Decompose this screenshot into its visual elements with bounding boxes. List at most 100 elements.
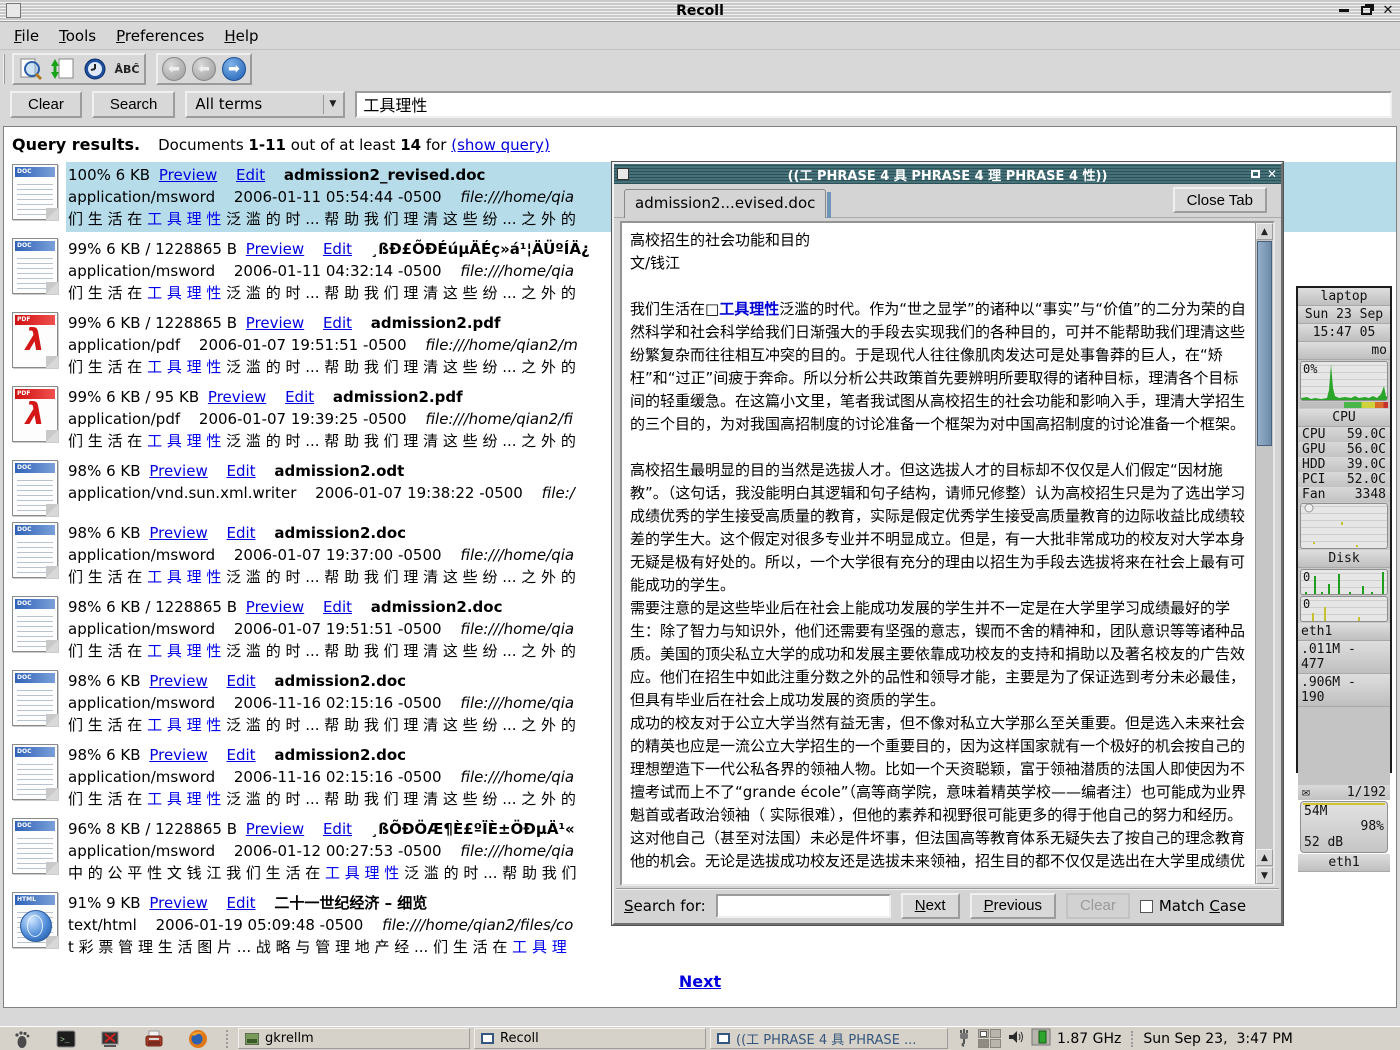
result-relevance-size: 99% 6 KB / 95 KB (68, 388, 199, 406)
result-url: file:///home/qian2/fi (425, 410, 573, 428)
preview-maximize-button[interactable] (1251, 167, 1260, 181)
edit-link[interactable]: Edit (323, 820, 352, 838)
main-titlebar[interactable]: Recoll ✕ (0, 0, 1400, 22)
taskbar-clock[interactable]: Sun Sep 23, 3:47 PM (1131, 1031, 1293, 1047)
history-clock-icon[interactable] (82, 56, 108, 82)
disk-section-title: Disk (1298, 550, 1390, 568)
terminal-icon[interactable]: >_ (54, 1028, 78, 1050)
result-filename: ¸ßÐ£ÕÐÉúµÄÉç»á¹¦ÄÜºÍÄ¿ (371, 240, 590, 258)
firefox-icon[interactable] (186, 1028, 210, 1050)
result-filename: admission2.pdf (371, 314, 501, 332)
result-url: file:///home/qia (460, 546, 574, 564)
close-tab-button[interactable]: Close Tab (1173, 187, 1267, 213)
menu-tools[interactable]: Tools (51, 24, 104, 48)
result-date: 2006-01-19 05:09:48 -0500 (156, 916, 364, 934)
gkrellm-monitor[interactable]: laptop Sun 23 Sep 15:47 05 mo 0% CPU CPU… (1296, 286, 1392, 773)
query-input[interactable] (355, 91, 1392, 118)
gnome-menu-icon[interactable] (10, 1028, 34, 1050)
toolbar-handle[interactable] (3, 54, 9, 84)
scroll-up2-icon[interactable]: ▲ (1256, 849, 1273, 866)
logout-app-icon[interactable] (98, 1028, 122, 1050)
mail-count: 1/192 (1347, 785, 1386, 800)
match-case-checkbox[interactable] (1140, 900, 1153, 913)
search-mode-select[interactable]: All terms ▼ (185, 91, 345, 118)
find-next-button[interactable]: Next (901, 893, 960, 919)
task-recoll[interactable]: Recoll (474, 1028, 706, 1049)
edit-link[interactable]: Edit (227, 672, 256, 690)
preview-link[interactable]: Preview (149, 462, 207, 480)
menu-file[interactable]: File (6, 24, 47, 48)
preview-window: ((工 PHRASE 4 具 PHRASE 4 理 PHRASE 4 性)) ✕… (612, 162, 1283, 925)
next-page-link[interactable]: Next (679, 972, 721, 991)
preview-link[interactable]: Preview (246, 598, 304, 616)
match-case-option[interactable]: Match Case (1140, 897, 1246, 915)
edit-link[interactable]: Edit (227, 894, 256, 912)
result-filename: admission2.doc (371, 598, 503, 616)
preview-window-title: ((工 PHRASE 4 具 PHRASE 4 理 PHRASE 4 性)) (614, 165, 1281, 184)
menu-preferences[interactable]: Preferences (108, 24, 212, 48)
find-clear-button[interactable]: Clear (1066, 893, 1130, 919)
close-button[interactable]: ✕ (1380, 2, 1396, 18)
advanced-search-icon[interactable] (18, 56, 44, 82)
taskbar: >_ gkrellm Recoll ((工 PHRASE 4 具 PHRASE … (0, 1026, 1400, 1050)
task-preview-window[interactable]: ((工 PHRASE 4 具 PHRASE ... (710, 1028, 948, 1049)
next-page-icon[interactable]: ➡ (222, 57, 246, 81)
previous-page-icon[interactable]: ⬅ (192, 57, 216, 81)
result-filename: admission2.pdf (333, 388, 463, 406)
minimize-button[interactable] (1336, 2, 1352, 18)
preview-titlebar[interactable]: ((工 PHRASE 4 具 PHRASE 4 理 PHRASE 4 性)) ✕ (614, 164, 1281, 184)
power-plug-icon[interactable] (956, 1027, 972, 1050)
preview-link[interactable]: Preview (149, 672, 207, 690)
task-gkrellm[interactable]: gkrellm (238, 1028, 470, 1049)
preview-link[interactable]: Preview (159, 166, 217, 184)
scroll-up-icon[interactable]: ▲ (1256, 223, 1273, 240)
edit-link[interactable]: Edit (227, 462, 256, 480)
wifi-signal-db: 52 dB (1304, 835, 1343, 850)
menu-help[interactable]: Help (216, 24, 266, 48)
edit-link[interactable]: Edit (285, 388, 314, 406)
preview-link[interactable]: Preview (208, 388, 266, 406)
query-results-title: Query results. (12, 135, 140, 154)
restore-button[interactable] (1358, 2, 1374, 18)
scroll-down-icon[interactable]: ▼ (1256, 867, 1273, 884)
result-relevance-size: 99% 6 KB / 1228865 B (68, 314, 237, 332)
edit-link[interactable]: Edit (227, 746, 256, 764)
edit-link[interactable]: Edit (323, 314, 352, 332)
edit-link[interactable]: Edit (323, 598, 352, 616)
cpufreq-icon[interactable] (1031, 1028, 1051, 1050)
search-button[interactable]: Search (92, 91, 176, 118)
preview-link[interactable]: Preview (246, 240, 304, 258)
sort-parameters-icon[interactable] (50, 56, 76, 82)
result-relevance-size: 98% 6 KB (68, 524, 141, 542)
preview-tab[interactable]: admission2...evised.doc (624, 189, 826, 218)
file-type-icon: PDF λ (12, 386, 58, 442)
system-tray: 1.87 GHz (956, 1027, 1121, 1050)
find-previous-button[interactable]: Previous (970, 893, 1056, 919)
preview-document-text[interactable]: 高校招生的社会功能和目的文/钱江 我们生活在□工具理性泛滥的时代。作为“世之显学… (622, 223, 1255, 884)
result-date: 2006-01-12 00:27:53 -0500 (234, 842, 442, 860)
result-date: 2006-01-07 19:51:51 -0500 (199, 336, 407, 354)
preview-close-button[interactable]: ✕ (1267, 167, 1277, 181)
term-explorer-icon[interactable]: ÅBĈ (114, 56, 140, 82)
result-mimetype: application/pdf (68, 336, 180, 354)
find-input[interactable] (716, 894, 891, 918)
workspace-pager[interactable] (978, 1029, 1001, 1048)
preview-scrollbar[interactable]: ▲ ▲ ▼ (1255, 223, 1273, 884)
first-page-icon[interactable]: ⬅ (162, 57, 186, 81)
edit-link[interactable]: Edit (236, 166, 265, 184)
preview-link[interactable]: Preview (246, 314, 304, 332)
result-date: 2006-01-07 19:39:25 -0500 (199, 410, 407, 428)
clear-button[interactable]: Clear (10, 91, 82, 118)
volume-icon[interactable] (1007, 1029, 1025, 1049)
preview-link[interactable]: Preview (149, 746, 207, 764)
scroll-thumb[interactable] (1257, 241, 1272, 446)
show-query-link[interactable]: (show query) (451, 136, 550, 154)
result-mimetype: application/msword (68, 694, 215, 712)
edit-link[interactable]: Edit (227, 524, 256, 542)
preview-link[interactable]: Preview (149, 894, 207, 912)
edit-link[interactable]: Edit (323, 240, 352, 258)
typewriter-icon[interactable] (142, 1028, 166, 1050)
preview-link[interactable]: Preview (149, 524, 207, 542)
result-filename: ¸ßÕÐÖÆ¶È£ºÏÈ±ÖÐµÄ¹« (371, 820, 575, 838)
preview-link[interactable]: Preview (246, 820, 304, 838)
